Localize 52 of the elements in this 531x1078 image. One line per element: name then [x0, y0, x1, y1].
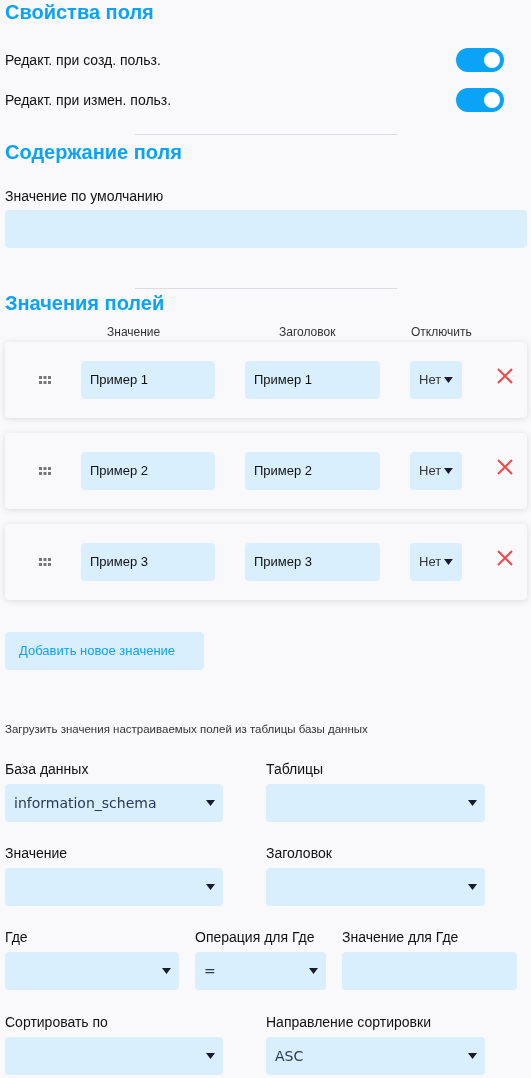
text-input[interactable]: Пример 3: [245, 543, 380, 581]
field-label: Направление сортировки: [266, 1013, 432, 1031]
toggle-switch[interactable]: [456, 48, 504, 72]
caret-icon: [206, 884, 215, 890]
text-input[interactable]: Пример 1: [81, 361, 215, 399]
toggle-switch[interactable]: [456, 88, 504, 112]
drag-handle-icon[interactable]: [39, 467, 51, 475]
dropdown[interactable]: Нет: [410, 452, 462, 490]
field-label: Таблицы: [266, 760, 325, 778]
section-heading: Значения полей: [5, 291, 166, 315]
drag-handle-icon[interactable]: [39, 376, 51, 384]
section-heading: Содержание поля: [5, 140, 183, 164]
field-label: Значение по умолчанию: [5, 187, 165, 205]
caret-icon: [444, 559, 453, 565]
text-input[interactable]: [342, 952, 517, 990]
toggle-label: Редакт. при созд. польз.: [5, 50, 161, 70]
field-label: Операция для Где: [195, 928, 316, 946]
field-label: Значение: [5, 844, 69, 862]
caret-icon: [162, 968, 171, 974]
text-input[interactable]: Пример 1: [245, 361, 380, 399]
dropdown[interactable]: Нет: [410, 543, 462, 581]
section-description: Загрузить значения настраиваемых полей из таблицы базы данных: [5, 722, 369, 736]
caret-icon: [468, 1053, 477, 1059]
caret-icon: [444, 377, 453, 383]
delete-icon[interactable]: [497, 368, 513, 384]
text-input[interactable]: Пример 2: [245, 452, 380, 490]
caret-icon: [206, 800, 215, 806]
column-header: Отключить: [411, 324, 473, 339]
text-input[interactable]: Пример 3: [81, 543, 215, 581]
field-label: Сортировать по: [5, 1013, 109, 1031]
caret-icon: [206, 1053, 215, 1059]
section-heading: Свойства поля: [5, 0, 155, 24]
field-label: База данных: [5, 760, 90, 778]
column-header: Заголовок: [279, 324, 337, 339]
dropdown[interactable]: =: [195, 952, 326, 990]
caret-icon: [468, 884, 477, 890]
dropdown[interactable]: information_schema: [5, 784, 223, 822]
text-input[interactable]: Пример 2: [81, 452, 215, 490]
toggle-label: Редакт. при измен. польз.: [5, 90, 172, 110]
field-label: Значение для Где: [342, 928, 460, 946]
delete-icon[interactable]: [497, 459, 513, 475]
dropdown[interactable]: ASC: [266, 1037, 485, 1075]
caret-icon: [309, 968, 318, 974]
drag-handle-icon[interactable]: [39, 558, 51, 566]
caret-icon: [468, 800, 477, 806]
caret-icon: [444, 468, 453, 474]
field-label: Заголовок: [266, 844, 333, 862]
field-label: Где: [5, 928, 29, 946]
dropdown[interactable]: Нет: [410, 361, 462, 399]
delete-icon[interactable]: [497, 550, 513, 566]
column-header: Значение: [107, 324, 162, 339]
text-input[interactable]: [5, 210, 527, 248]
